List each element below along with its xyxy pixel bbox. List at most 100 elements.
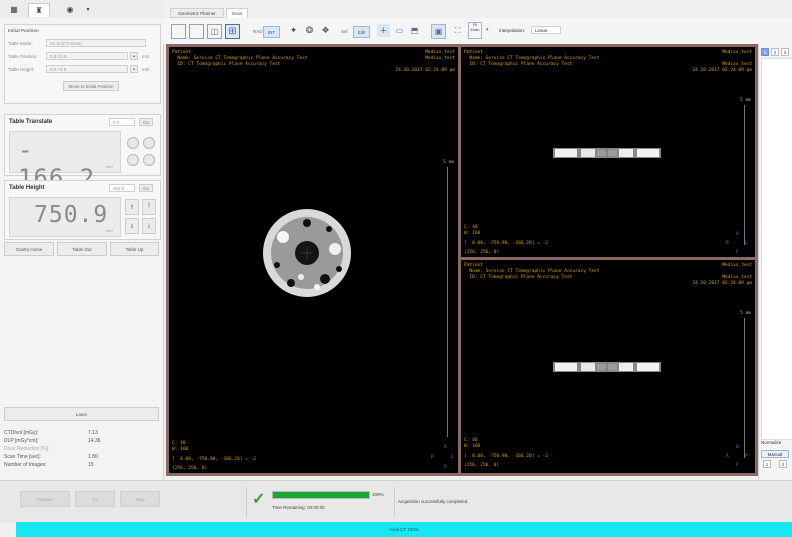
height-top-button[interactable]: ⤒ bbox=[142, 199, 156, 215]
sagittal-view[interactable]: Patient Name: Service CT Tomographic Pla… bbox=[461, 260, 755, 473]
height-down-button[interactable]: ⇓ bbox=[125, 218, 139, 234]
coronal-w-line: W: 160 bbox=[464, 231, 481, 236]
phantom-sagittal-image bbox=[553, 361, 661, 373]
status-bar: Axial CT 100% bbox=[16, 522, 792, 537]
grid-icon[interactable]: ▦ bbox=[4, 3, 24, 16]
success-check-icon: ✓ bbox=[252, 491, 266, 508]
height-go-button[interactable]: Go bbox=[139, 184, 153, 192]
coronal-scale-ruler bbox=[744, 105, 751, 245]
acquisition-bar: Prepare Go Stop ✓ 100% Time Remaining: 0… bbox=[0, 480, 792, 523]
save-image-icon[interactable]: ▣ bbox=[431, 24, 446, 39]
edit-button[interactable]: Edit bbox=[353, 26, 370, 38]
layout-three-icon[interactable]: ◫ bbox=[207, 24, 222, 39]
initial-position-group: Initial Position Table Mode: As Is (CT-S… bbox=[4, 24, 161, 104]
cube-icon[interactable]: ⬒ bbox=[408, 24, 421, 37]
sagittal-orient-a: A bbox=[726, 454, 729, 459]
fit-zoom-button[interactable]: Fit Zoom bbox=[468, 22, 482, 39]
axial-orient-p: P bbox=[444, 465, 447, 470]
axial-dim-line: (256, 256, 0) bbox=[172, 466, 208, 471]
sagittal-date: 24.10.2017 02:24:09 pm bbox=[692, 281, 752, 286]
image-viewer: Patient Name: Service CT Tomographic Pla… bbox=[166, 44, 758, 476]
translate-unit: mm bbox=[106, 164, 113, 169]
tab-scan[interactable]: Scan bbox=[226, 8, 248, 18]
scan-time-value: 1.80 bbox=[88, 454, 98, 460]
layout-four-icon[interactable]: ⊞ bbox=[225, 24, 240, 39]
table-position-label: Table Position: bbox=[8, 54, 38, 59]
laser-button[interactable]: Laser bbox=[4, 407, 159, 421]
translate-fast-forward-button[interactable] bbox=[143, 137, 155, 149]
table-mode-select[interactable]: As Is (CT-Scan) bbox=[46, 39, 146, 47]
chevron-down-icon[interactable]: ▾ bbox=[82, 3, 94, 16]
progress-divider bbox=[394, 487, 395, 517]
coronal-dim-line: (256, 256, 0) bbox=[464, 250, 500, 255]
table-out-button[interactable]: Table Out bbox=[57, 242, 107, 256]
ruler-icon[interactable]: ▭ bbox=[393, 24, 406, 37]
sagittal-site-label: Medixx_test bbox=[722, 263, 752, 268]
rad-button[interactable]: RAD bbox=[253, 29, 263, 34]
height-up-button[interactable]: ⇑ bbox=[125, 199, 139, 215]
anatomy-side-icon[interactable]: ❂ bbox=[303, 24, 316, 37]
number-of-images-value: 15 bbox=[88, 462, 94, 468]
height-step-input[interactable]: 462.5 bbox=[109, 184, 135, 192]
series-3-button[interactable]: 3 bbox=[781, 48, 789, 56]
go-button[interactable]: Go bbox=[75, 491, 115, 507]
scanner-icon[interactable]: ◉ bbox=[60, 3, 80, 16]
translate-back-button[interactable] bbox=[127, 154, 139, 166]
coronal-view[interactable]: Patient Name: Service CT Tomographic Pla… bbox=[461, 47, 755, 257]
table-position-unit: mm bbox=[142, 54, 150, 59]
progress-bar-fill bbox=[273, 492, 369, 498]
anatomy-front-icon[interactable]: ✦ bbox=[287, 24, 300, 37]
translate-display: - 166.2 mm bbox=[9, 131, 121, 192]
coronal-coord-line: [ 0.00, -750.90, -166.20] = -2 bbox=[464, 241, 548, 246]
translate-forward-button[interactable] bbox=[127, 137, 139, 149]
axial-name-line: Name: Service CT Tomographic Plane Accur… bbox=[172, 56, 308, 61]
axial-w-line: W: 160 bbox=[172, 447, 189, 452]
interpolation-select[interactable]: Linear bbox=[531, 26, 561, 34]
series-thumbnail-list[interactable] bbox=[761, 58, 792, 440]
translate-fast-back-button[interactable] bbox=[143, 154, 155, 166]
coronal-scale-label: 5 mm bbox=[740, 98, 751, 103]
prepare-button[interactable]: Prepare bbox=[20, 491, 70, 507]
sagittal-dim-line: (256, 256, 0) bbox=[464, 463, 500, 468]
table-height-field[interactable]: 0.0 / 0.0 bbox=[46, 65, 128, 73]
step-2-button[interactable]: 2 bbox=[779, 460, 787, 468]
axial-coord-line: [ 0.00, -750.90, -166.20] = -2 bbox=[172, 457, 256, 462]
image-series-panel: 1 2 3 Normalize Manual 1 2 bbox=[758, 44, 792, 480]
axial-patient-label: Patient bbox=[172, 50, 191, 55]
fit-dropdown-chevron-icon[interactable]: ▾ bbox=[486, 27, 489, 33]
anatomy-top-icon[interactable]: ❖ bbox=[319, 24, 332, 37]
translate-go-button[interactable]: Go bbox=[139, 118, 153, 126]
table-height-stepper[interactable]: ▴ bbox=[130, 65, 138, 73]
series-1-button[interactable]: 1 bbox=[761, 48, 769, 56]
int-button[interactable]: INT bbox=[263, 26, 280, 38]
table-position-field[interactable]: 0.0 / 0.0 bbox=[46, 52, 128, 60]
axial-orient-l: L bbox=[451, 455, 454, 460]
translate-step-input[interactable]: 0.0 bbox=[109, 118, 135, 126]
sagittal-orient-p: P bbox=[745, 454, 748, 459]
stop-button[interactable]: Stop bbox=[120, 491, 160, 507]
crosshair-icon[interactable]: + bbox=[377, 24, 390, 37]
tab-geometric-planner[interactable]: Geometric Planner bbox=[170, 8, 224, 18]
select-button[interactable]: Sel bbox=[341, 29, 348, 34]
height-bottom-button[interactable]: ⤓ bbox=[142, 218, 156, 234]
move-to-initial-button[interactable]: Move to Initial Position bbox=[63, 81, 119, 91]
layout-two-icon[interactable] bbox=[189, 24, 204, 39]
table-position-stepper[interactable]: ▴ bbox=[130, 52, 138, 60]
table-height-unit: mm bbox=[142, 67, 150, 72]
axial-view[interactable]: Patient Name: Service CT Tomographic Pla… bbox=[169, 47, 458, 473]
layout-single-icon[interactable] bbox=[171, 24, 186, 39]
coronal-patient-label: Patient bbox=[464, 50, 483, 55]
gantry-home-button[interactable]: Gantry Home bbox=[4, 242, 54, 256]
normalize-manual-select[interactable]: Manual bbox=[761, 450, 789, 458]
patient-icon[interactable]: ♜ bbox=[28, 3, 50, 17]
time-remaining: Time Remaining: 00:00:00 bbox=[272, 505, 325, 510]
fullscreen-icon[interactable]: ⛶ bbox=[451, 24, 464, 37]
phantom-axial-image bbox=[263, 209, 351, 297]
step-1-button[interactable]: 1 bbox=[763, 460, 771, 468]
series-2-button[interactable]: 2 bbox=[771, 48, 779, 56]
coronal-orient-l: L bbox=[745, 241, 748, 246]
axial-id-line: ID: CT Tomographic Plane Accuracy Test bbox=[172, 62, 281, 67]
number-of-images-label: Number of Images: bbox=[4, 462, 47, 468]
table-up-button[interactable]: Table Up bbox=[110, 242, 159, 256]
axial-scale-ruler bbox=[447, 167, 454, 437]
